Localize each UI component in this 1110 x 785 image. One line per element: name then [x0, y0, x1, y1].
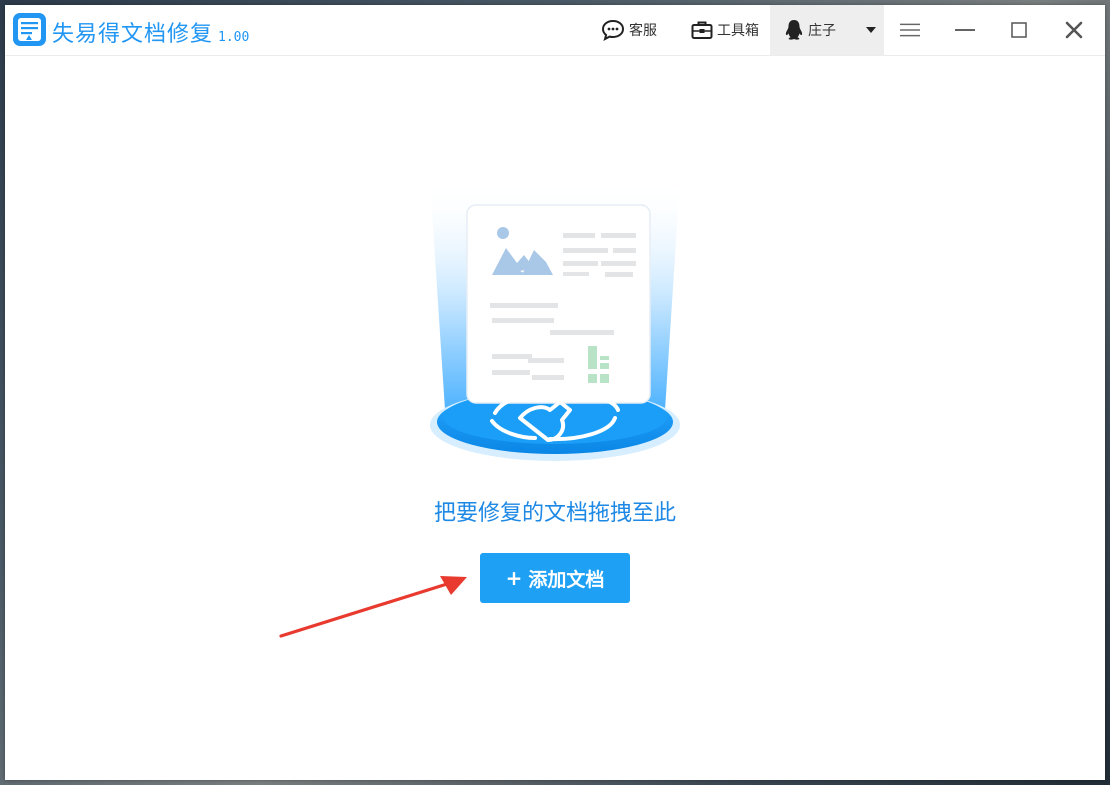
- title-bar: 失易得文档修复 1.00 客服 工具箱 庄子: [5, 5, 1105, 56]
- main-menu-button[interactable]: [900, 5, 924, 55]
- toolbox-label: 工具箱: [717, 23, 759, 39]
- plus-icon: +: [505, 566, 523, 590]
- maximize-icon: [1011, 22, 1027, 38]
- close-button[interactable]: [1065, 5, 1087, 55]
- customer-service-label: 客服: [629, 23, 657, 39]
- app-window: 失易得文档修复 1.00 客服 工具箱 庄子 把要修复的文档拖拽至此 + 添加文…: [5, 5, 1105, 780]
- drop-hint-text: 把要修复的文档拖拽至此: [433, 501, 676, 526]
- close-icon: [1065, 21, 1083, 39]
- user-name: 庄子: [808, 23, 836, 39]
- chat-bubble-icon: [601, 19, 625, 41]
- toolbox-icon: [691, 21, 713, 39]
- user-account-button[interactable]: 庄子: [770, 5, 884, 55]
- app-logo-icon: [13, 13, 46, 46]
- minimize-icon: [955, 29, 975, 31]
- maximize-button[interactable]: [1011, 5, 1031, 55]
- minimize-button[interactable]: [955, 5, 979, 55]
- customer-service-button[interactable]: 客服: [601, 5, 657, 55]
- qq-penguin-icon: [785, 20, 803, 40]
- hamburger-menu-icon: [900, 23, 920, 37]
- app-title: 失易得文档修复: [52, 22, 214, 47]
- toolbox-button[interactable]: 工具箱: [691, 5, 759, 55]
- app-version: 1.00: [218, 30, 250, 45]
- add-document-label: 添加文档: [528, 568, 605, 591]
- red-arrow-annotation: [279, 576, 467, 638]
- document-repair-illustration: [430, 180, 680, 461]
- chevron-down-icon[interactable]: [866, 27, 876, 33]
- add-document-button[interactable]: + 添加文档: [480, 553, 630, 603]
